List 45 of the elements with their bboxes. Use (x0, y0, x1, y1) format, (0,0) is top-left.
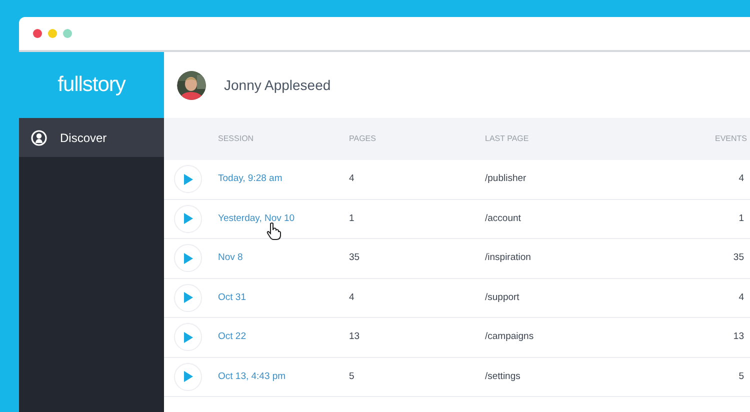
table-cell-text: 4 (349, 172, 356, 186)
play-icon (184, 292, 192, 304)
table-cell-text: /support (485, 290, 520, 305)
play-icon (184, 252, 192, 264)
session-link[interactable]: Nov 8 (218, 251, 349, 266)
session-link[interactable]: Today, 9:28 am (218, 172, 349, 186)
table-cell-text: 4 (349, 290, 356, 305)
table-cell-text: 4 (738, 290, 745, 305)
play-button[interactable] (174, 165, 202, 194)
table-cell-text: 1 (738, 212, 745, 226)
session-link[interactable]: Oct 13, 4:43 pm (218, 370, 349, 384)
hand-cursor-icon (266, 222, 282, 241)
table-cell-text: /campaigns (485, 330, 535, 344)
table-cell-text: 4 (738, 172, 745, 186)
play-button[interactable] (174, 204, 202, 233)
play-button[interactable] (174, 244, 202, 272)
column-header: SESSION (218, 133, 255, 145)
column-header: LAST PAGE (485, 133, 530, 145)
table-cell-text: /account (485, 212, 522, 226)
play-icon (184, 213, 192, 224)
session-link[interactable]: Oct 22 (218, 330, 349, 344)
play-button[interactable] (174, 323, 202, 352)
play-icon (184, 174, 192, 185)
table-cell-text: 13 (349, 330, 361, 344)
user-name: Jonny Appleseed (224, 76, 331, 95)
play-button[interactable] (174, 284, 202, 312)
table-cell-text: 35 (349, 251, 361, 266)
table-cell-text: 1 (349, 212, 356, 226)
play-icon (184, 371, 192, 382)
table-cell-text: /publisher (485, 172, 528, 186)
sidebar-item[interactable]: Discover (19, 118, 164, 157)
play-button[interactable] (174, 362, 202, 391)
table-cell-text: 35 (732, 251, 745, 266)
table-cell-text: 13 (732, 330, 745, 344)
column-header: PAGES (349, 133, 377, 145)
session-link[interactable]: Oct 31 (218, 290, 349, 305)
table-cell-text: /inspiration (485, 251, 532, 266)
table-cell-text: 5 (738, 370, 745, 384)
person-icon (31, 130, 47, 146)
logo[interactable]: fullstory (58, 69, 126, 101)
play-icon (184, 332, 192, 343)
table-cell-text: /settings (485, 370, 522, 384)
table-cell-text: 5 (349, 370, 356, 384)
column-header: EVENTS (714, 133, 748, 145)
session-link[interactable]: Yesterday, Nov 10 (218, 212, 349, 226)
